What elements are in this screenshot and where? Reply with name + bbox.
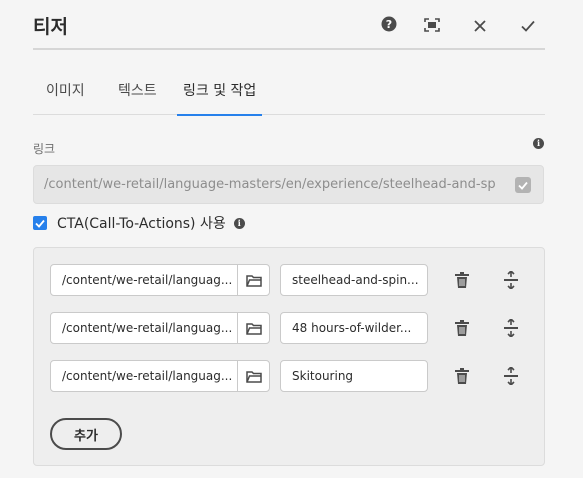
cta-info-icon[interactable]: i [233, 217, 245, 229]
move-icon [504, 319, 518, 337]
action-path-input[interactable]: /content/we-retail/languag... [50, 360, 238, 392]
cta-label: CTA(Call-To-Actions) 사용 [57, 216, 226, 232]
browse-button[interactable] [237, 264, 270, 296]
link-checkbox [515, 177, 531, 193]
action-text-input[interactable]: steelhead-and-spin... [280, 264, 428, 296]
move-icon [504, 271, 518, 289]
link-info-icon[interactable]: i [533, 131, 544, 150]
trash-icon [455, 368, 469, 384]
action-row: /content/we-retail/languag... steelhead-… [50, 264, 530, 296]
action-path-input[interactable]: /content/we-retail/languag... [50, 312, 238, 344]
checkmark-icon [518, 181, 528, 190]
cta-checkbox[interactable] [33, 216, 47, 230]
close-button[interactable] [468, 14, 492, 38]
browse-button[interactable] [237, 360, 270, 392]
cta-row: CTA(Call-To-Actions) 사용 i [33, 214, 245, 232]
link-label: 링크 [33, 142, 56, 156]
dialog-header: 티저 ? [33, 0, 545, 50]
move-icon [504, 367, 518, 385]
action-row: /content/we-retail/languag... 48 hours-o… [50, 312, 530, 344]
done-button[interactable] [516, 14, 540, 38]
actions-panel: /content/we-retail/languag... steelhead-… [33, 247, 545, 466]
svg-text:?: ? [386, 18, 392, 31]
tab-text[interactable]: 텍스트 [118, 80, 157, 115]
add-button[interactable]: 추가 [50, 418, 122, 450]
checkmark-icon [35, 219, 45, 228]
folder-icon [245, 274, 262, 287]
link-input-value[interactable]: /content/we-retail/language-masters/en/e… [44, 177, 496, 192]
close-icon [474, 17, 486, 36]
action-text-input[interactable]: 48 hours-of-wilder... [280, 312, 428, 344]
link-field[interactable]: /content/we-retail/language-masters/en/e… [33, 165, 544, 204]
reorder-handle[interactable] [500, 268, 522, 292]
reorder-handle[interactable] [500, 364, 522, 388]
dialog-title: 티저 [33, 16, 68, 38]
fullscreen-icon [424, 17, 440, 36]
fullscreen-button[interactable] [420, 14, 444, 38]
checkmark-icon [521, 17, 535, 36]
browse-button[interactable] [237, 312, 270, 344]
action-row: /content/we-retail/languag... Skitouring [50, 360, 530, 392]
folder-icon [245, 322, 262, 335]
help-button[interactable]: ? [377, 14, 401, 38]
reorder-handle[interactable] [500, 316, 522, 340]
tab-list: 이미지 텍스트 링크 및 작업 [33, 66, 545, 116]
action-text-input[interactable]: Skitouring [280, 360, 428, 392]
folder-icon [245, 370, 262, 383]
delete-button[interactable] [451, 316, 473, 340]
tab-image[interactable]: 이미지 [46, 80, 85, 115]
delete-button[interactable] [451, 268, 473, 292]
delete-button[interactable] [451, 364, 473, 388]
tab-link-and-actions[interactable]: 링크 및 작업 [177, 80, 263, 116]
trash-icon [455, 320, 469, 336]
trash-icon [455, 272, 469, 288]
help-icon: ? [381, 16, 397, 36]
action-path-input[interactable]: /content/we-retail/languag... [50, 264, 238, 296]
